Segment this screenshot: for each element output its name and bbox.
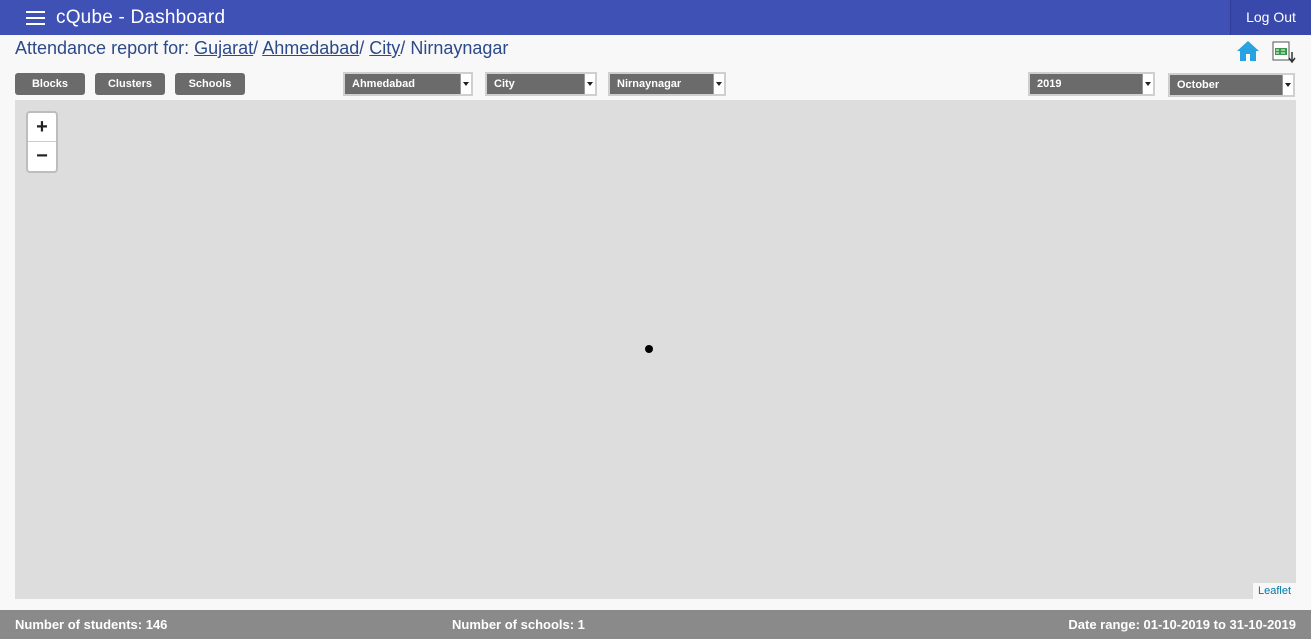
chevron-down-icon: [1282, 75, 1293, 95]
leaflet-attribution-link[interactable]: Leaflet: [1252, 583, 1296, 599]
breadcrumb-block-link[interactable]: City: [369, 38, 400, 58]
chevron-down-icon: [1142, 74, 1153, 94]
students-count: Number of students: 146: [15, 617, 168, 632]
date-range: Date range: 01-10-2019 to 31-10-2019: [1068, 617, 1296, 632]
chevron-down-icon: [713, 74, 724, 94]
schools-button[interactable]: Schools: [175, 73, 245, 95]
breadcrumb-separator: /: [253, 38, 259, 58]
cluster-select-value: Nirnaynagar: [617, 78, 682, 90]
year-select-value: 2019: [1037, 78, 1062, 90]
district-select[interactable]: Ahmedabad: [343, 72, 473, 96]
breadcrumb-separator: /: [359, 38, 365, 58]
breadcrumb: Attendance report for: Gujarat/ Ahmedaba…: [15, 38, 508, 59]
year-select[interactable]: 2019: [1028, 72, 1155, 96]
district-select-value: Ahmedabad: [352, 78, 415, 90]
zoom-control: + −: [26, 111, 58, 173]
hamburger-menu-icon[interactable]: [26, 11, 45, 25]
breadcrumb-cluster: Nirnaynagar: [410, 38, 509, 58]
clusters-button[interactable]: Clusters: [95, 73, 165, 95]
cluster-select[interactable]: Nirnaynagar: [608, 72, 726, 96]
school-marker[interactable]: [645, 345, 653, 353]
month-select[interactable]: October: [1168, 73, 1295, 97]
block-select[interactable]: City: [485, 72, 597, 96]
footer-status-bar: Number of students: 146 Number of school…: [0, 610, 1311, 639]
breadcrumb-district-link[interactable]: Ahmedabad: [262, 38, 359, 58]
breadcrumb-prefix: Attendance report for:: [15, 38, 190, 58]
breadcrumb-separator: /: [400, 38, 406, 58]
chevron-down-icon: [584, 74, 595, 94]
csv-download-icon[interactable]: [1271, 40, 1297, 64]
map-view[interactable]: + − Leaflet: [15, 100, 1296, 599]
top-app-bar: cQube - Dashboard Log Out: [0, 0, 1311, 35]
blocks-button[interactable]: Blocks: [15, 73, 85, 95]
app-title: cQube - Dashboard: [56, 7, 226, 28]
logout-button[interactable]: Log Out: [1230, 0, 1311, 35]
month-select-value: October: [1177, 79, 1220, 91]
breadcrumb-state-link[interactable]: Gujarat: [194, 38, 253, 58]
zoom-in-button[interactable]: +: [28, 113, 56, 142]
zoom-out-button[interactable]: −: [28, 142, 56, 171]
chevron-down-icon: [460, 74, 471, 94]
home-icon[interactable]: [1236, 40, 1260, 62]
schools-count: Number of schools: 1: [452, 617, 585, 632]
block-select-value: City: [494, 78, 515, 90]
